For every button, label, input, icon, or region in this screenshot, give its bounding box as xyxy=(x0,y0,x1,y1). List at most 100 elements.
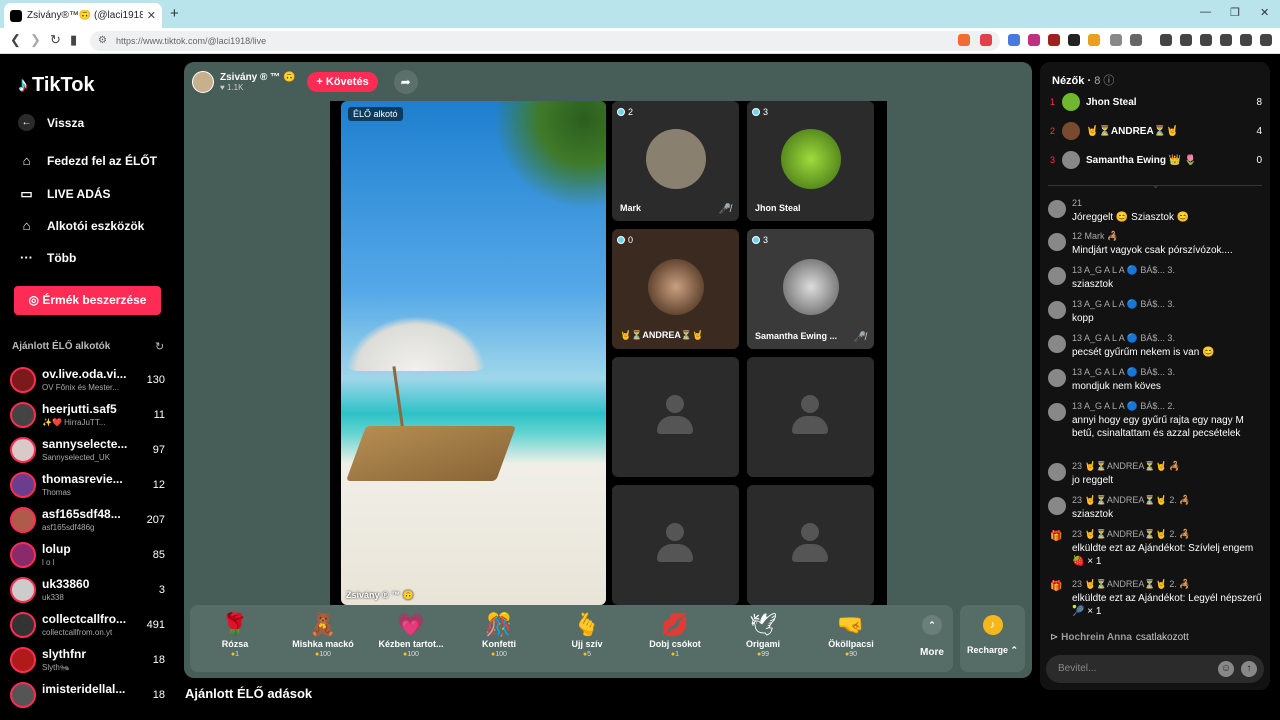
empty-seat[interactable] xyxy=(747,485,874,605)
tiktok-logo[interactable]: ♪ TikTok xyxy=(18,74,95,97)
share-icon[interactable]: ➦ xyxy=(393,70,418,94)
viewer-row[interactable]: 2 🤘⏳ANDREA⏳🤘 4 xyxy=(1050,120,1262,142)
empty-seat[interactable] xyxy=(612,485,739,605)
empty-seat-person-icon xyxy=(792,523,828,567)
chat-avatar xyxy=(1048,200,1066,218)
recommended-creator[interactable]: slythfnr Slyth🐜 18 xyxy=(10,646,168,678)
recommended-creator[interactable]: lolup l o l 85 xyxy=(10,541,168,573)
screenshot-extension-icon[interactable] xyxy=(1130,34,1142,46)
chat-header: 13 A_G A L A 🔵 BÁ$... 2. xyxy=(1072,401,1175,411)
host-avatar[interactable] xyxy=(192,71,214,93)
gift-item[interactable]: 🤜 Ököllpacsi ●90 xyxy=(809,611,893,658)
recommended-creator[interactable]: asf165sdf48... asf165sdf486g 207 xyxy=(10,506,168,538)
viewer-row[interactable]: 3 Samantha Ewing 👑 🌷 0 xyxy=(1050,149,1262,171)
recommended-creator[interactable]: imisteridellal... 18 xyxy=(10,681,168,713)
nav-more[interactable]: ··· Több xyxy=(18,250,76,265)
chat-avatar xyxy=(1048,463,1066,481)
browser-shield-icon[interactable] xyxy=(1240,34,1252,46)
guest-badge: 0 xyxy=(617,235,633,245)
his-extension-icon[interactable] xyxy=(1048,34,1060,46)
close-tab-icon[interactable]: ✕ xyxy=(147,9,156,22)
refresh-icon[interactable]: ↻ xyxy=(155,340,164,353)
back-arrow-icon[interactable]: ❮ xyxy=(10,32,21,48)
guest-badge: 3 xyxy=(752,235,768,245)
creator-avatar xyxy=(10,577,36,603)
color-extension-icon[interactable] xyxy=(1088,34,1100,46)
sidebar-icon[interactable] xyxy=(1180,34,1192,46)
creator-subtitle: OV Főnix és Mester... xyxy=(42,383,119,392)
gift-item[interactable]: 🎊 Konfetti ●100 xyxy=(457,611,541,658)
url-text: https://www.tiktok.com/@laci1918/live xyxy=(116,36,267,46)
recommended-creator[interactable]: sannyselecte... Sannyselected_UK 97 xyxy=(10,436,168,468)
creator-name: ov.live.oda.vi... xyxy=(42,367,127,381)
chevron-down-icon[interactable]: ⌄ xyxy=(1152,180,1160,191)
back-arrow-icon: ← xyxy=(18,114,35,131)
gift-item[interactable]: 🫰 Ujj szív ●5 xyxy=(545,611,629,658)
recommended-creator[interactable]: uk33860 uk338 3 xyxy=(10,576,168,608)
puzzle-extension-icon[interactable] xyxy=(1110,34,1122,46)
guest-tile-andrea[interactable]: 0 🤘⏳ANDREA⏳🤘 xyxy=(612,229,739,349)
triangle-extension-icon[interactable] xyxy=(980,34,992,46)
gift-item[interactable]: 🌹 Rózsa ●1 xyxy=(193,611,277,658)
media-icon[interactable] xyxy=(1160,34,1172,46)
site-info-icon[interactable]: ⚙ xyxy=(98,31,107,51)
gift-item[interactable]: 💋 Dobj csókot ●1 xyxy=(633,611,717,658)
guest-tile-jhon[interactable]: 3 Jhon Steal xyxy=(747,101,874,221)
gift-item[interactable]: 🧸 Mishka mackó ●100 xyxy=(281,611,365,658)
gift-item[interactable]: 💗 Kézben tartot... ●100 xyxy=(369,611,453,658)
nav-creator-tools[interactable]: ⌂ Alkotói eszközök xyxy=(18,218,145,233)
new-tab-button[interactable]: + xyxy=(170,5,179,22)
chevron-up-icon: ⌃ xyxy=(922,615,942,635)
host-video[interactable]: ÉLŐ alkotó Zsivány ® ™ 🙃 xyxy=(341,101,606,605)
empty-seat[interactable] xyxy=(612,357,739,477)
send-icon[interactable]: ↑ xyxy=(1241,661,1257,677)
more-gifts-button[interactable]: ⌃ More xyxy=(912,615,952,658)
reload-icon[interactable]: ↻ xyxy=(50,32,61,48)
follow-button[interactable]: + Követés xyxy=(307,72,378,92)
viewer-row[interactable]: 1 Jhon Steal 8 xyxy=(1050,91,1262,113)
maximize-button[interactable]: ❐ xyxy=(1230,6,1240,19)
gift-item[interactable]: 🕊 Origami ●99 xyxy=(721,611,805,658)
favorites-icon[interactable] xyxy=(1220,34,1232,46)
viewer-rank: 2 xyxy=(1050,126,1056,136)
menu-icon[interactable] xyxy=(1260,34,1272,46)
creator-viewer-count: 18 xyxy=(152,654,165,666)
recommended-creator[interactable]: collectcallfro... collectcallfrom.on.yt … xyxy=(10,611,168,643)
translate-extension-icon[interactable] xyxy=(1008,34,1020,46)
creator-viewer-count: 11 xyxy=(153,409,165,421)
circle-extension-icon[interactable] xyxy=(1068,34,1080,46)
back-link[interactable]: ← Vissza xyxy=(18,114,84,131)
bookmark-icon[interactable]: ▮ xyxy=(70,32,77,48)
minimize-button[interactable]: — xyxy=(1200,6,1211,18)
url-field[interactable]: ⚙ https://www.tiktok.com/@laci1918/live xyxy=(90,31,1000,51)
nav-explore-live[interactable]: ⌂ Fedezd fel az ÉLŐT xyxy=(18,153,157,168)
wallet-icon[interactable] xyxy=(1200,34,1212,46)
forward-arrow-icon[interactable]: ❯ xyxy=(30,32,41,48)
browser-tab[interactable]: Zsivány®™🙃 (@laci1918) Él… ✕ xyxy=(4,3,162,28)
browser-tab-strip: Zsivány®™🙃 (@laci1918) Él… ✕ + — ❐ ✕ xyxy=(0,0,1280,28)
creator-subtitle: asf165sdf486g xyxy=(42,523,95,532)
chat-input[interactable]: Bevitel... ☺ ↑ xyxy=(1046,655,1264,683)
x-extension-icon[interactable] xyxy=(1028,34,1040,46)
recommended-creator[interactable]: thomasrevie... Thomas 12 xyxy=(10,471,168,503)
chat-header: 13 A_G A L A 🔵 BÁ$... 3. xyxy=(1072,333,1175,343)
host-name[interactable]: Zsivány ® ™ 🙃 xyxy=(220,72,295,83)
guest-tile-mark[interactable]: 2 Mark 🎤̸ xyxy=(612,101,739,221)
recharge-button[interactable]: ♪ Recharge ⌃ xyxy=(960,605,1025,672)
shield-extension-icon[interactable] xyxy=(958,34,970,46)
recommended-creator[interactable]: heerjutti.saf5 ✨❤️ HirraJuTT... 11 xyxy=(10,401,168,433)
close-window-button[interactable]: ✕ xyxy=(1260,6,1269,19)
creator-avatar xyxy=(10,682,36,708)
join-message: ⊳ Hochrein Anna csatlakozott xyxy=(1050,632,1189,643)
emoji-icon[interactable]: ☺ xyxy=(1218,661,1234,677)
recommended-creator[interactable]: ov.live.oda.vi... OV Főnix és Mester... … xyxy=(10,366,168,398)
empty-seat[interactable] xyxy=(747,357,874,477)
chat-text: jo reggelt xyxy=(1072,475,1114,486)
get-coins-button[interactable]: ◎ Érmék beszerzése xyxy=(14,286,161,315)
guest-tile-samantha[interactable]: 3 Samantha Ewing ... 🎤̸ xyxy=(747,229,874,349)
chat-avatar xyxy=(1048,301,1066,319)
creator-avatar xyxy=(10,612,36,638)
nav-go-live[interactable]: ▭ LIVE ADÁS xyxy=(18,186,110,202)
creator-avatar xyxy=(10,472,36,498)
guest-badge: 3 xyxy=(752,107,768,117)
